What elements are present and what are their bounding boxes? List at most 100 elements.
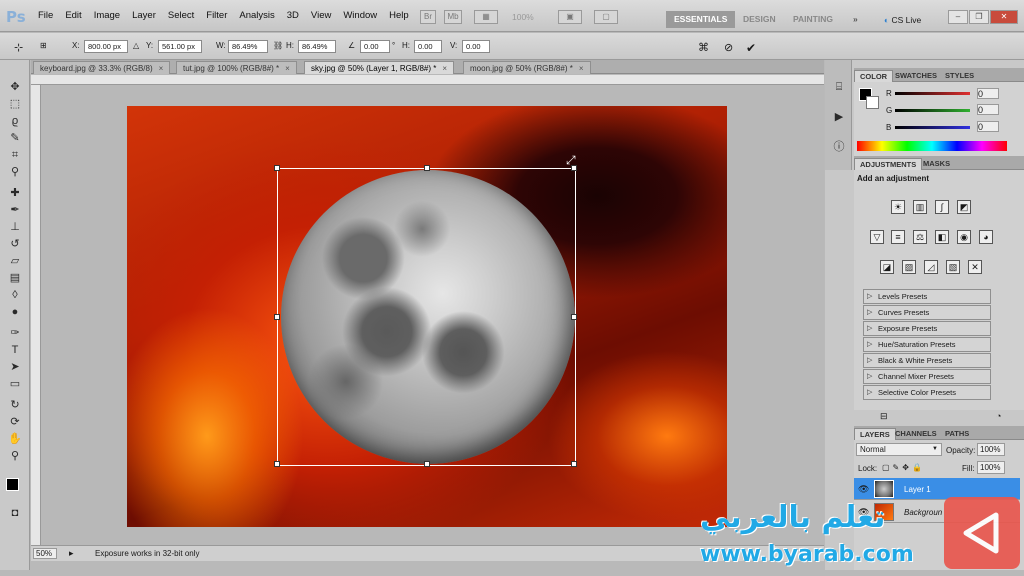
vibrance-icon[interactable]: ▽ xyxy=(870,230,884,244)
transform-tool-icon[interactable]: ⊹ xyxy=(14,41,23,54)
gradient-map-icon[interactable]: ▧ xyxy=(946,260,960,274)
horizontal-ruler[interactable] xyxy=(31,75,824,85)
color-background-swatch[interactable] xyxy=(866,96,879,109)
quick-select-tool-icon[interactable]: ✎ xyxy=(7,131,23,145)
preset-channel-mixer[interactable]: Channel Mixer Presets xyxy=(863,369,991,384)
link-icon[interactable]: ⛓ xyxy=(273,41,283,50)
gradient-tool-icon[interactable]: ▤ xyxy=(7,271,23,285)
healing-brush-tool-icon[interactable]: ✚ xyxy=(7,186,23,200)
curves-icon[interactable]: ∫ xyxy=(935,200,949,214)
bridge-icon[interactable]: Br xyxy=(420,10,436,24)
tab-sky[interactable]: sky.jpg @ 50% (Layer 1, RGB/8#) * × xyxy=(304,61,455,74)
channel-r-slider[interactable] xyxy=(895,92,970,95)
photo-filter-icon[interactable]: ◉ xyxy=(957,230,971,244)
tab-keyboard[interactable]: keyboard.jpg @ 33.3% (RGB/8) × xyxy=(33,61,171,74)
invert-icon[interactable]: ◪ xyxy=(880,260,894,274)
y-field[interactable]: 561.00 px xyxy=(158,40,202,53)
height-field[interactable]: 86.49% xyxy=(298,40,336,53)
exposure-icon[interactable]: ◩ xyxy=(957,200,971,214)
pen-tool-icon[interactable]: ✑ xyxy=(7,326,23,340)
vertical-ruler[interactable] xyxy=(31,85,41,545)
menu-image[interactable]: Image xyxy=(88,10,126,21)
3d-orbit-tool-icon[interactable]: ⟳ xyxy=(7,415,23,429)
channel-mixer-icon[interactable]: ◕ xyxy=(979,230,993,244)
transform-handle[interactable] xyxy=(571,314,577,320)
transform-handle[interactable] xyxy=(424,461,430,467)
fill-field[interactable]: 100% xyxy=(977,461,1005,474)
close-tab-icon[interactable]: × xyxy=(442,64,447,73)
workspace-painting[interactable]: PAINTING xyxy=(785,11,841,28)
3d-rotate-tool-icon[interactable]: ↻ xyxy=(7,398,23,412)
channel-g-slider[interactable] xyxy=(895,109,970,112)
clip-layer-icon[interactable]: ◔ xyxy=(996,411,1001,421)
menu-window[interactable]: Window xyxy=(337,10,383,21)
screen-mode-icon[interactable]: ▢ xyxy=(594,10,618,24)
brightness-icon[interactable]: ☀ xyxy=(891,200,905,214)
arrange-documents-icon[interactable]: ▣ xyxy=(558,10,582,24)
reference-point-icon[interactable]: ⊞ xyxy=(40,41,47,50)
blend-mode-select[interactable]: Normal ▼ xyxy=(856,443,942,456)
cancel-transform-icon[interactable]: ⊘ xyxy=(724,41,733,54)
menu-file[interactable]: File xyxy=(32,10,59,21)
info-panel-icon[interactable]: ⓘ xyxy=(831,140,847,154)
marquee-tool-icon[interactable]: ⬚ xyxy=(7,97,23,111)
dodge-tool-icon[interactable]: ● xyxy=(7,305,23,319)
zoom-field[interactable]: 50% xyxy=(33,548,57,559)
vskew-field[interactable]: 0.00 xyxy=(462,40,490,53)
menu-layer[interactable]: Layer xyxy=(126,10,162,21)
actions-panel-icon[interactable]: ▶ xyxy=(831,110,847,124)
close-tab-icon[interactable]: × xyxy=(285,64,290,73)
tab-moon[interactable]: moon.jpg @ 50% (RGB/8#) * × xyxy=(463,61,591,74)
tab-adjustments[interactable]: ADJUSTMENTS xyxy=(854,158,923,170)
close-tab-icon[interactable]: × xyxy=(579,64,584,73)
menu-select[interactable]: Select xyxy=(162,10,200,21)
menu-analysis[interactable]: Analysis xyxy=(233,10,280,21)
angle-field[interactable]: 0.00 xyxy=(360,40,390,53)
channel-r-value[interactable]: 0 xyxy=(977,88,999,99)
preset-exposure[interactable]: Exposure Presets xyxy=(863,321,991,336)
eyedropper-tool-icon[interactable]: ⚲ xyxy=(7,165,23,179)
menu-view[interactable]: View xyxy=(305,10,337,21)
tab-swatches[interactable]: SWATCHES xyxy=(890,70,942,82)
transform-handle[interactable] xyxy=(424,165,430,171)
tab-tut[interactable]: tut.jpg @ 100% (RGB/8#) * × xyxy=(176,61,297,74)
foreground-color-swatch[interactable] xyxy=(6,478,19,491)
workspace-design[interactable]: DESIGN xyxy=(735,11,784,28)
return-to-list-icon[interactable]: ⊟ xyxy=(880,411,888,422)
selective-color-icon[interactable]: ✕ xyxy=(968,260,982,274)
blur-tool-icon[interactable]: ◊ xyxy=(7,288,23,302)
shape-tool-icon[interactable]: ▭ xyxy=(7,377,23,391)
tab-masks[interactable]: MASKS xyxy=(918,158,955,170)
zoom-level[interactable]: 100% xyxy=(512,12,534,22)
x-field[interactable]: 800.00 px xyxy=(84,40,128,53)
channel-b-value[interactable]: 0 xyxy=(977,121,999,132)
zoom-tool-icon[interactable]: ⚲ xyxy=(7,449,23,463)
type-tool-icon[interactable]: T xyxy=(7,343,23,357)
menu-filter[interactable]: Filter xyxy=(200,10,233,21)
hue-saturation-icon[interactable]: ≡ xyxy=(891,230,905,244)
hskew-field[interactable]: 0.00 xyxy=(414,40,442,53)
more-workspaces-icon[interactable]: » xyxy=(845,11,866,28)
width-field[interactable]: 86.49% xyxy=(228,40,268,53)
opacity-field[interactable]: 100% xyxy=(977,443,1005,456)
restore-button[interactable]: ❐ xyxy=(969,10,989,24)
transform-handle[interactable] xyxy=(571,461,577,467)
preset-curves[interactable]: Curves Presets xyxy=(863,305,991,320)
relative-position-icon[interactable]: △ xyxy=(133,41,139,50)
menu-help[interactable]: Help xyxy=(383,10,415,21)
levels-icon[interactable]: ▥ xyxy=(913,200,927,214)
channel-b-slider[interactable] xyxy=(895,126,970,129)
brush-tool-icon[interactable]: ✒ xyxy=(7,203,23,217)
transform-handle[interactable] xyxy=(274,461,280,467)
warp-mode-icon[interactable]: ⌘ xyxy=(698,41,709,54)
history-panel-icon[interactable]: ⌸ xyxy=(831,80,847,94)
transform-handle[interactable] xyxy=(274,165,280,171)
menu-3d[interactable]: 3D xyxy=(281,10,305,21)
black-white-icon[interactable]: ◧ xyxy=(935,230,949,244)
clone-stamp-tool-icon[interactable]: ⊥ xyxy=(7,220,23,234)
tab-styles[interactable]: STYLES xyxy=(940,70,979,82)
channel-g-value[interactable]: 0 xyxy=(977,104,999,115)
tab-paths[interactable]: PATHS xyxy=(940,428,974,440)
color-balance-icon[interactable]: ⚖ xyxy=(913,230,927,244)
close-window-button[interactable]: ✕ xyxy=(990,10,1018,24)
